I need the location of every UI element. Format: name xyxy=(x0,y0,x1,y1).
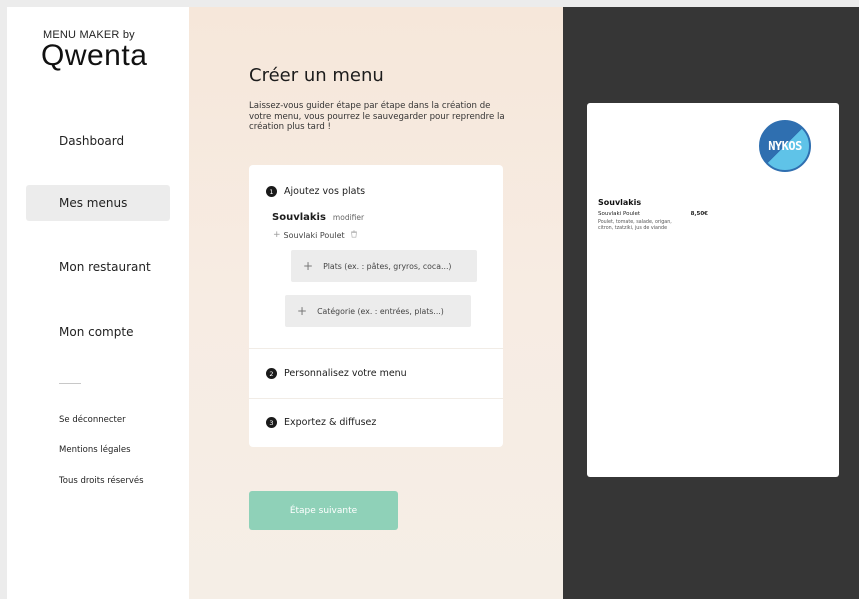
brand-logo[interactable]: Qwenta xyxy=(41,39,147,73)
steps-card: 1 Ajoutez vos plats Souvlakis modifier +… xyxy=(249,165,503,447)
step-2[interactable]: 2 Personnalisez votre menu xyxy=(266,368,407,379)
page-title: Créer un menu xyxy=(249,65,384,86)
preview-dish-name: Souvlaki Poulet xyxy=(598,211,640,217)
menu-preview-panel: NYKOS Souvlakis Souvlaki Poulet 8,50€ Po… xyxy=(563,7,859,599)
sidebar-item-label: Mon compte xyxy=(59,325,134,339)
sidebar: MENU MAKER by Qwenta Dashboard Mes menus… xyxy=(7,7,189,599)
step-label: Ajoutez vos plats xyxy=(284,186,366,197)
sidebar-item-mon-compte[interactable]: Mon compte xyxy=(26,314,170,350)
copyright-text: Tous droits réservés xyxy=(59,476,144,486)
dish-name: Souvlaki Poulet xyxy=(283,230,345,240)
step-number: 3 xyxy=(266,417,277,428)
category-row: Souvlakis modifier xyxy=(272,212,364,223)
step-3[interactable]: 3 Exportez & diffusez xyxy=(266,417,376,428)
preview-dish-price: 8,50€ xyxy=(690,211,708,217)
dish-item: + Souvlaki Poulet xyxy=(273,230,358,240)
add-dish-button[interactable]: + Plats (ex. : pâtes, gryros, coca...) xyxy=(291,250,477,282)
app-frame: MENU MAKER by Qwenta Dashboard Mes menus… xyxy=(7,7,859,599)
preview-category-name: Souvlakis xyxy=(598,198,642,207)
add-category-placeholder: Catégorie (ex. : entrées, plats...) xyxy=(317,306,444,316)
add-dish-placeholder: Plats (ex. : pâtes, gryros, coca...) xyxy=(323,261,452,271)
trash-icon[interactable] xyxy=(350,230,358,240)
step-number: 2 xyxy=(266,368,277,379)
menu-editor: Créer un menu Laissez-vous guider étape … xyxy=(189,7,563,599)
sidebar-divider xyxy=(59,383,81,384)
step-1[interactable]: 1 Ajoutez vos plats xyxy=(266,186,365,197)
restaurant-logo: NYKOS xyxy=(759,120,811,172)
step-label: Personnalisez votre menu xyxy=(284,368,407,379)
add-category-button[interactable]: + Catégorie (ex. : entrées, plats...) xyxy=(285,295,471,327)
logout-link[interactable]: Se déconnecter xyxy=(59,415,126,425)
category-name: Souvlakis xyxy=(272,212,326,223)
divider xyxy=(249,348,503,349)
legal-notice-link[interactable]: Mentions légales xyxy=(59,445,131,455)
divider xyxy=(249,398,503,399)
page-description: Laissez-vous guider étape par étape dans… xyxy=(249,101,505,132)
plus-icon: + xyxy=(303,259,314,273)
drag-handle-icon[interactable]: + xyxy=(273,230,281,240)
sidebar-item-label: Mon restaurant xyxy=(59,260,151,274)
plus-icon: + xyxy=(297,304,308,318)
preview-dish-description: Poulet, tomate, salade, origan, citron, … xyxy=(598,220,672,231)
sidebar-item-label: Dashboard xyxy=(59,134,125,148)
step-label: Exportez & diffusez xyxy=(284,417,377,428)
sidebar-item-dashboard[interactable]: Dashboard xyxy=(26,123,170,159)
sidebar-item-mon-restaurant[interactable]: Mon restaurant xyxy=(26,249,170,285)
menu-preview-sheet: NYKOS Souvlakis Souvlaki Poulet 8,50€ Po… xyxy=(587,103,839,477)
preview-dish-row: Souvlaki Poulet 8,50€ xyxy=(598,211,708,217)
next-step-button[interactable]: Étape suivante xyxy=(249,491,398,530)
step-number: 1 xyxy=(266,186,277,197)
logo-text: NYKOS xyxy=(768,139,802,153)
sidebar-item-mes-menus[interactable]: Mes menus xyxy=(26,185,170,221)
sidebar-item-label: Mes menus xyxy=(59,196,128,210)
edit-category-link[interactable]: modifier xyxy=(333,213,364,222)
